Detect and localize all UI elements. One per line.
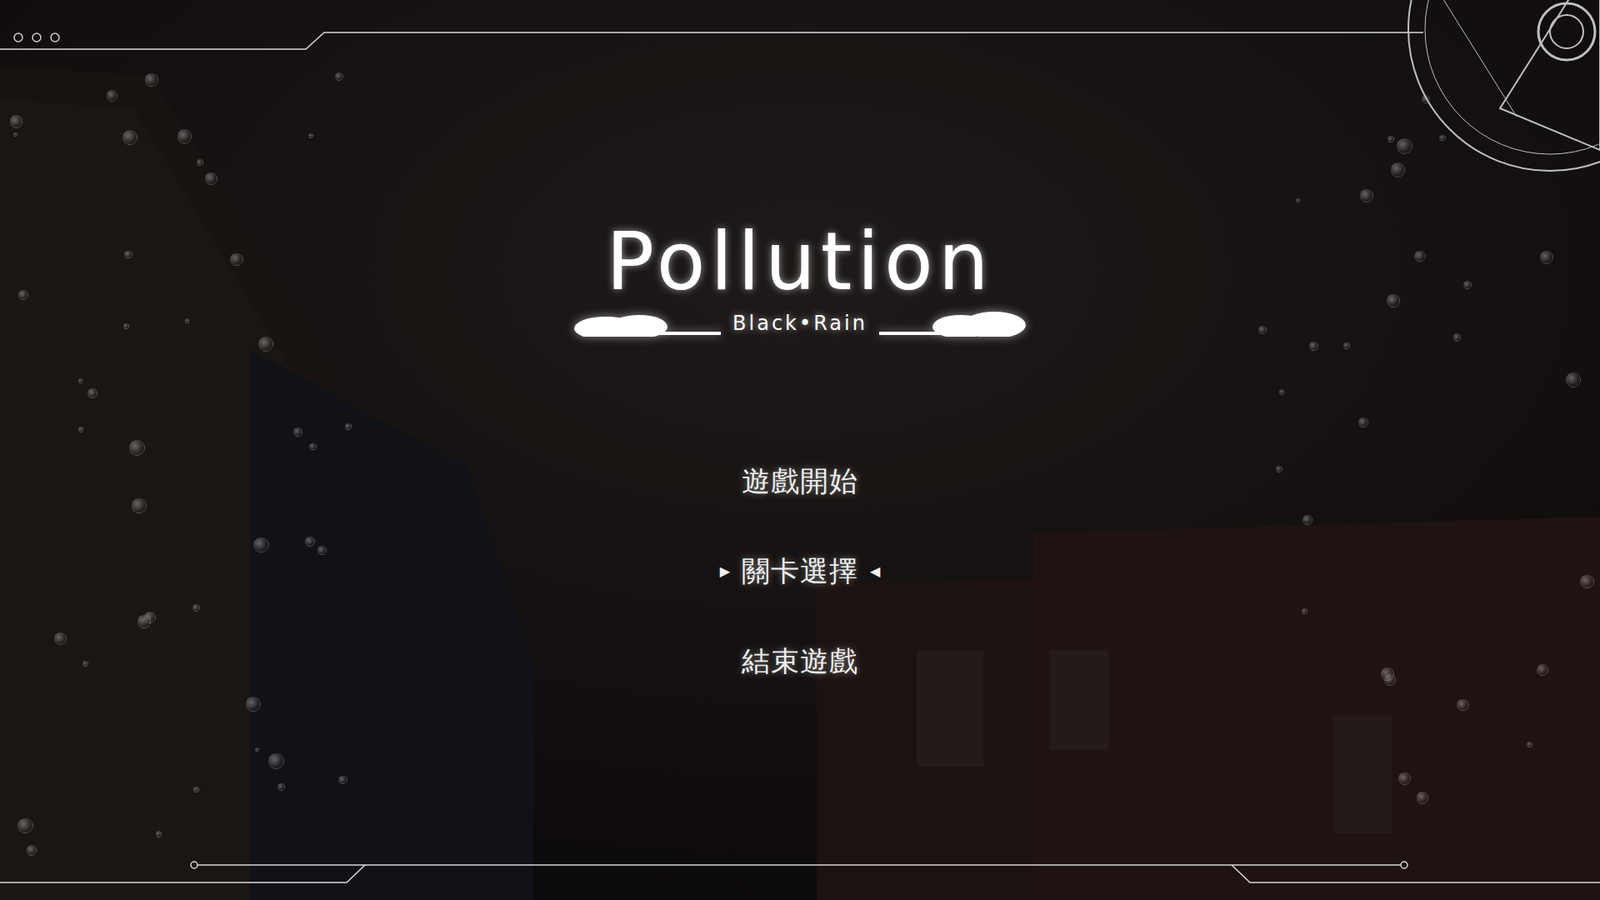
raindrop [1439,135,1445,141]
cloud-right-icon [877,303,1028,337]
raindrop [1580,575,1595,590]
raindrop [1386,294,1400,308]
raindrop [10,115,23,128]
raindrop [193,786,199,792]
raindrop [1463,280,1472,290]
raindrop [345,423,352,430]
raindrop [1565,372,1581,388]
raindrop [123,323,130,330]
menu-label[interactable]: 關卡選擇 [741,552,859,591]
menu-label[interactable]: 結束遊戲 [741,642,859,681]
raindrop [1396,138,1413,155]
raindrop [1275,465,1283,473]
raindrop [106,90,118,101]
logo-title: Pollution [605,218,994,307]
raindrop [305,536,315,547]
raindrop [18,290,29,300]
raindrop [1309,341,1319,351]
raindrop [131,498,147,514]
raindrop [309,443,316,450]
raindrop [1343,342,1350,350]
raindrop [196,159,204,166]
logo-subtitle: Black•Rain [732,311,868,337]
raindrop [1390,162,1406,178]
raindrop [78,378,83,383]
raindrop [122,130,138,145]
raindrop [205,172,218,185]
raindrop [1453,333,1462,342]
raindrop [1398,772,1411,785]
raindrop [1258,325,1267,335]
raindrop [268,753,285,770]
raindrop [317,545,327,555]
raindrop [87,388,98,399]
raindrop [1302,515,1313,525]
raindrop [177,129,192,144]
raindrop [258,336,274,352]
raindrop [335,72,344,81]
raindrop [1301,608,1308,615]
title-content: Pollution Black•Rain 遊戲開始 ▶ 關卡選擇 ◀ 結束遊戲 [0,0,1600,682]
raindrop [1387,135,1395,143]
cursor-right-icon: ◀ [870,563,880,580]
raindrop [1416,791,1429,804]
raindrop [26,845,38,856]
raindrop [277,783,285,791]
raindrop [124,250,132,259]
raindrop [1358,417,1369,428]
raindrop [245,696,261,712]
raindrop [155,830,163,838]
background-scene [0,0,1600,900]
raindrop [129,440,145,456]
raindrop [1536,664,1549,676]
window-dots-icon [14,33,60,42]
raindrop [293,427,303,437]
raindrop [1295,198,1300,203]
menu-item[interactable]: 遊戲開始 [741,461,859,502]
raindrop [1526,741,1533,748]
raindrop [1540,250,1555,265]
logo-subtitle-row: Black•Rain [572,303,1028,337]
menu-item[interactable]: 結束遊戲 [741,641,859,682]
raindrop [1414,250,1426,263]
magic-circle-icon [1408,0,1600,171]
title-screen: Pollution Black•Rain 遊戲開始 ▶ 關卡選擇 ◀ 結束遊戲 [0,0,1600,900]
raindrop [17,818,34,835]
game-logo: Pollution Black•Rain [572,218,1028,337]
raindrop [185,318,190,323]
raindrop [13,132,18,137]
hud-frame [0,0,1600,900]
raindrop [192,604,200,612]
raindrop [230,253,243,266]
raindrop [1360,189,1374,203]
cursor-left-icon: ▶ [720,563,730,580]
raindrop [82,660,89,667]
raindrop [1279,389,1285,395]
raindrop [137,615,150,628]
raindrop [338,775,348,785]
menu-item[interactable]: ▶ 關卡選擇 ◀ [720,551,881,592]
cloud-left-icon [572,303,723,337]
raindrop [1456,699,1470,712]
raindrops [0,0,1600,900]
raindrop [78,426,84,432]
raindrop [253,537,270,554]
raindrop [145,73,159,87]
raindrop [54,632,67,645]
raindrop [308,133,314,139]
main-menu: 遊戲開始 ▶ 關卡選擇 ◀ 結束遊戲 [720,461,881,682]
menu-label[interactable]: 遊戲開始 [741,462,859,501]
raindrop [1380,667,1395,681]
raindrop [255,747,260,752]
